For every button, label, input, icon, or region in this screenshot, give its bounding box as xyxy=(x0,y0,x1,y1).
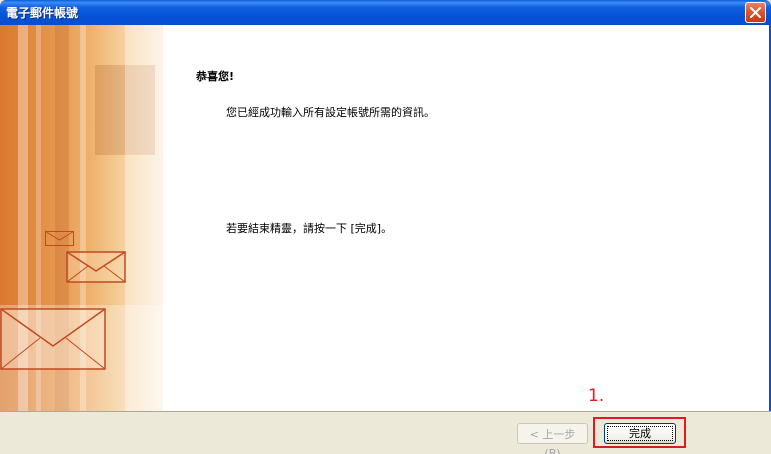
wizard-text-area: 恭喜您! 您已經成功輸入所有設定帳號所需的資訊。 若要結束精靈，請按一下 [完成… xyxy=(163,25,769,411)
congrats-heading: 恭喜您! xyxy=(196,70,235,83)
finish-instruction: 若要結束精靈，請按一下 [完成]。 xyxy=(226,222,393,235)
close-icon xyxy=(750,7,761,18)
dialog-window: 電子郵件帳號 恭喜您! 您已經成功輸入所有設定帳號所需的資訊。 若要結束精靈，請… xyxy=(0,0,771,454)
window-title: 電子郵件帳號 xyxy=(6,6,79,20)
close-button[interactable] xyxy=(745,2,766,23)
wizard-side-art xyxy=(0,25,163,411)
wizard-content: 恭喜您! 您已經成功輸入所有設定帳號所需的資訊。 若要結束精靈，請按一下 [完成… xyxy=(0,25,771,411)
title-bar[interactable]: 電子郵件帳號 xyxy=(0,0,771,25)
envelope-icon xyxy=(66,251,126,283)
envelope-icon xyxy=(0,308,106,370)
success-message: 您已經成功輸入所有設定帳號所需的資訊。 xyxy=(226,106,435,119)
back-button[interactable]: < 上一步(B) xyxy=(517,423,588,454)
annotation-step-label: 1. xyxy=(588,386,605,406)
envelope-icon xyxy=(45,231,74,246)
annotation-highlight-box xyxy=(593,417,686,448)
